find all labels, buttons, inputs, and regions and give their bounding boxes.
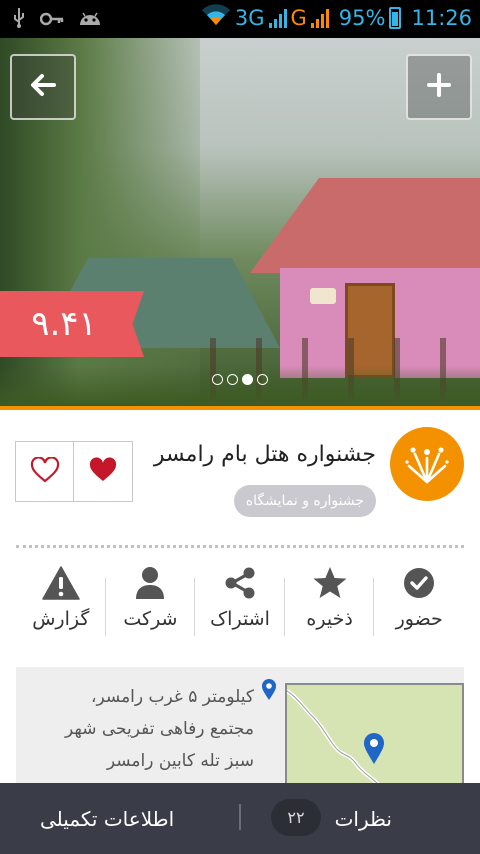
address-card[interactable]: کیلومتر ۵ غرب رامسر، مجتمع رفاهی تفریحی …	[16, 667, 464, 793]
android-icon	[78, 9, 102, 31]
participate-label: شرکت	[123, 608, 178, 630]
rating-badge: ۹.۴۱	[0, 291, 144, 357]
category-tag[interactable]: جشنواره و نمایشگاه	[233, 485, 376, 517]
save-label: ذخیره	[306, 608, 353, 630]
location-pin-icon	[261, 679, 277, 705]
usb-icon	[12, 7, 26, 33]
share-icon	[223, 566, 257, 600]
more-info-button[interactable]: اطلاعات تکمیلی	[40, 783, 174, 854]
wifi-icon	[201, 4, 231, 31]
photo-ground	[0, 366, 480, 406]
slide-dot[interactable]	[257, 374, 268, 385]
warning-icon	[42, 566, 80, 600]
network-type-g: G	[290, 5, 307, 30]
report-button[interactable]: گزارش	[16, 566, 106, 642]
category-avatar	[390, 427, 464, 501]
bottom-bar: اطلاعات تکمیلی ۲۲ نظرات	[0, 783, 480, 854]
bottom-bar-divider	[239, 804, 241, 830]
slide-indicator	[212, 374, 268, 385]
favorite-buttons	[15, 441, 133, 502]
attend-label: حضور	[395, 608, 443, 630]
address-line: مجتمع رفاهی تفریحی شهر	[65, 719, 254, 739]
arrow-left-icon	[30, 73, 56, 101]
heart-outline-icon	[30, 455, 60, 487]
fireworks-icon	[405, 440, 449, 488]
check-circle-icon	[402, 566, 436, 600]
address-line: کیلومتر ۵ غرب رامسر،	[91, 687, 254, 707]
map-pin-icon	[363, 733, 385, 769]
network-type-3g: 3G	[234, 5, 265, 30]
dotted-divider	[16, 545, 464, 548]
address-text: کیلومتر ۵ غرب رامسر، مجتمع رفاهی تفریحی …	[20, 681, 254, 777]
event-title: جشنواره هتل بام رامسر	[153, 442, 376, 467]
signal-icon-2	[310, 8, 329, 28]
key-icon	[39, 11, 64, 30]
share-label: اشتراک	[210, 608, 270, 630]
like-button[interactable]	[74, 441, 133, 502]
save-button[interactable]: ذخیره	[285, 566, 375, 642]
action-row: حضور ذخیره اشتراک شرکت گزارش	[16, 566, 464, 642]
hero-photo[interactable]: ۹.۴۱	[0, 38, 480, 406]
comments-count-badge: ۲۲	[271, 799, 321, 836]
clock: 11:26	[411, 5, 472, 30]
back-button[interactable]	[10, 54, 76, 120]
battery-percent: 95%	[338, 5, 386, 30]
plus-icon	[427, 73, 451, 101]
map-thumbnail[interactable]	[285, 683, 464, 793]
status-notifications	[12, 7, 102, 33]
unlike-button[interactable]	[15, 441, 74, 502]
comments-label: نظرات	[334, 806, 392, 831]
status-indicators: 3G G 95% 11:26	[201, 4, 472, 31]
more-info-label: اطلاعات تکمیلی	[40, 806, 175, 831]
report-label: گزارش	[32, 608, 90, 630]
photo-sign	[310, 288, 336, 304]
add-button[interactable]	[406, 54, 472, 120]
status-bar: 3G G 95% 11:26	[0, 0, 480, 38]
signal-icon	[268, 8, 287, 28]
user-icon	[134, 566, 166, 600]
share-button[interactable]: اشتراک	[195, 566, 285, 642]
slide-dot[interactable]	[227, 374, 238, 385]
participate-button[interactable]: شرکت	[106, 566, 196, 642]
slide-dot[interactable]	[212, 374, 223, 385]
battery-icon	[389, 6, 402, 29]
address-line: سبز تله کابین رامسر	[106, 751, 254, 771]
accent-divider	[0, 406, 480, 410]
star-icon	[312, 566, 348, 600]
slide-dot-active[interactable]	[242, 374, 253, 385]
event-detail-screen: 3G G 95% 11:26 ۹.۴۱ جشنواره هتل بام رامس…	[0, 0, 480, 854]
photo-roof	[250, 178, 480, 273]
heart-filled-icon	[88, 456, 118, 487]
comments-button[interactable]: نظرات	[335, 783, 392, 854]
attend-button[interactable]: حضور	[374, 566, 464, 642]
